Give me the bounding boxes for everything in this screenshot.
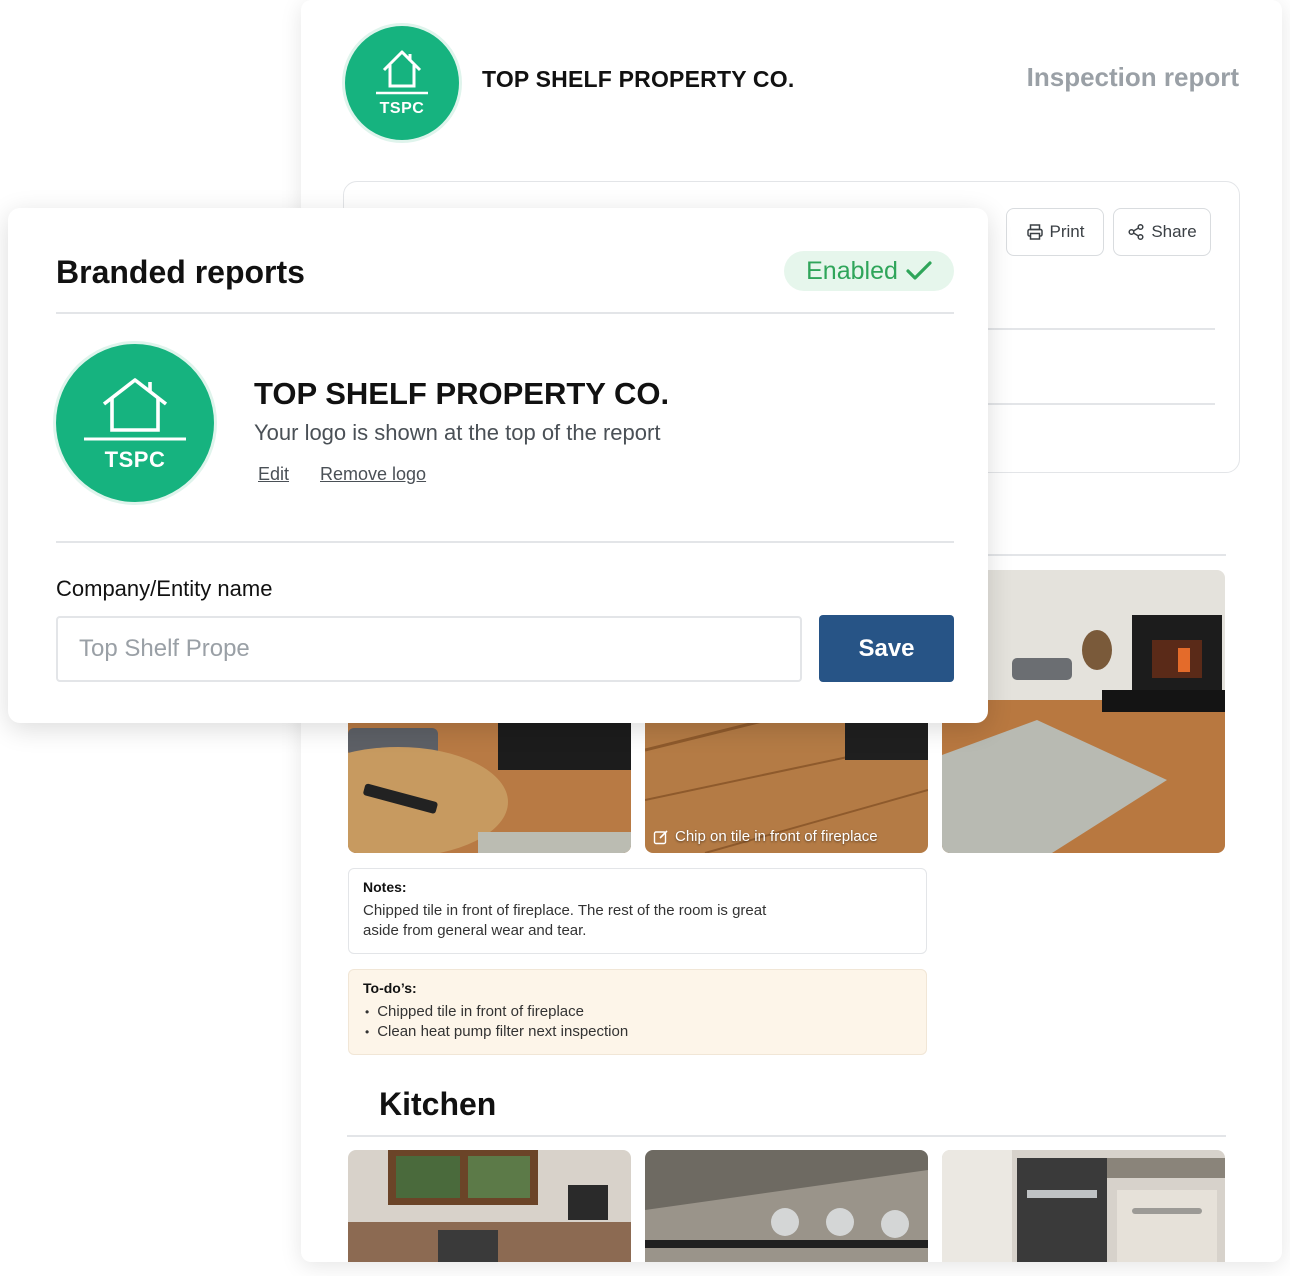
report-title: Inspection report <box>1026 62 1239 92</box>
house-icon <box>84 378 186 441</box>
share-button[interactable]: Share <box>1113 208 1211 256</box>
report-company-name: TOP SHELF PROPERTY CO. <box>482 66 795 92</box>
share-icon <box>1128 223 1144 241</box>
todo-item: Clean heat pump filter next inspection <box>365 1022 912 1042</box>
todo-item: Chipped tile in front of fireplace <box>365 1002 912 1022</box>
status-label: Enabled <box>806 256 898 285</box>
notes-box: Notes: Chipped tile in front of fireplac… <box>348 868 927 954</box>
panel-company-name: TOP SHELF PROPERTY CO. <box>254 376 670 411</box>
status-badge: Enabled <box>784 251 954 291</box>
panel-divider <box>56 312 954 314</box>
panel-divider <box>56 541 954 543</box>
section-title-kitchen: Kitchen <box>379 1086 497 1122</box>
logo-initials: TSPC <box>104 447 166 472</box>
company-logo: TSPC <box>345 26 459 140</box>
company-name-input[interactable] <box>56 616 802 682</box>
branded-reports-panel: Branded reports Enabled TSPC TOP SHELF P… <box>8 208 988 723</box>
photo-caption: Chip on tile in front of fireplace <box>653 828 878 845</box>
kitchen-photo[interactable] <box>645 1150 928 1262</box>
notes-label: Notes: <box>363 879 407 895</box>
print-label: Print <box>1049 222 1085 241</box>
printer-icon <box>1026 224 1043 240</box>
panel-title: Branded reports <box>56 254 305 290</box>
kitchen-photo[interactable] <box>348 1150 631 1262</box>
todos-box: To-do’s: Chipped tile in front of firepl… <box>348 969 927 1055</box>
logo-initials: TSPC <box>379 100 425 117</box>
house-icon <box>376 50 428 95</box>
company-name-label: Company/Entity name <box>56 576 273 601</box>
print-button[interactable]: Print <box>1006 208 1104 256</box>
todos-label: To-do’s: <box>363 980 417 996</box>
remove-logo-link[interactable]: Remove logo <box>320 464 426 485</box>
notes-text: Chipped tile in front of fireplace. The … <box>363 902 767 939</box>
check-icon <box>906 261 932 280</box>
save-button[interactable]: Save <box>819 615 954 682</box>
kitchen-photo[interactable] <box>942 1150 1225 1262</box>
section-divider <box>347 1135 1226 1137</box>
edit-icon <box>653 829 668 844</box>
edit-logo-link[interactable]: Edit <box>258 464 289 485</box>
logo-description: Your logo is shown at the top of the rep… <box>254 420 661 445</box>
share-label: Share <box>1151 222 1197 241</box>
company-logo: TSPC <box>56 344 214 502</box>
